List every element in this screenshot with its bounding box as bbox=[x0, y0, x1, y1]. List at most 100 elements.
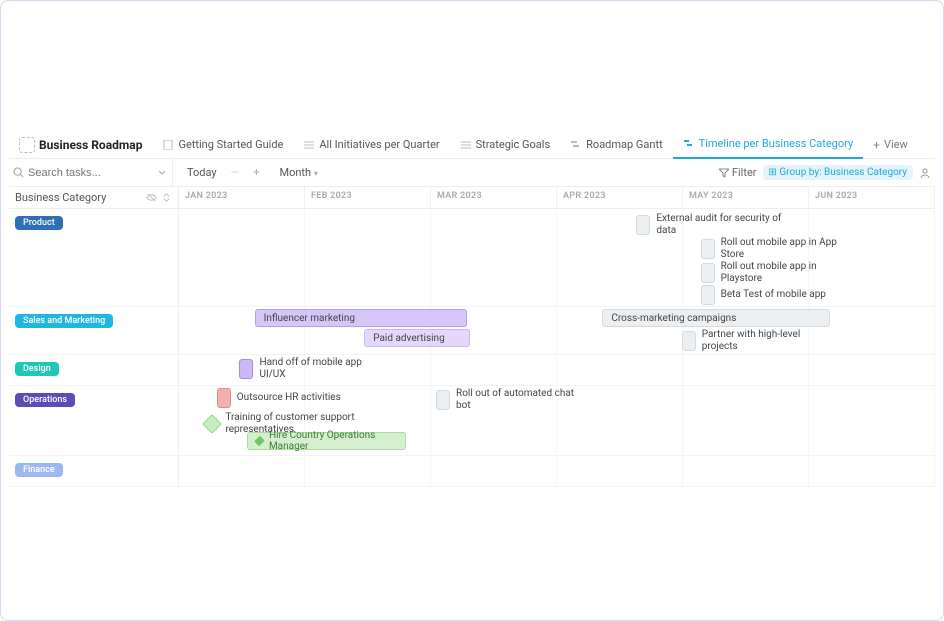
month-column: MAY 2023 bbox=[683, 187, 809, 208]
period-dropdown[interactable]: Month ▾ bbox=[273, 164, 323, 181]
chevron-down-icon: ▾ bbox=[314, 169, 318, 178]
task-label: Cross-marketing campaigns bbox=[611, 313, 736, 324]
timeline-header: Business Category JAN 2023FEB 2023MAR 20… bbox=[9, 187, 935, 209]
task-item[interactable]: Hire Country Operations Manager bbox=[247, 432, 406, 450]
task-item[interactable]: Influencer marketing bbox=[255, 309, 468, 327]
task-item[interactable]: Outsource HR activities bbox=[217, 388, 341, 408]
tab-getting-started[interactable]: Getting Started Guide bbox=[152, 131, 293, 159]
category-badge[interactable]: Design bbox=[15, 362, 59, 376]
task-label: Partner with high-level projects bbox=[702, 329, 832, 352]
task-bar[interactable] bbox=[682, 331, 696, 351]
person-icon[interactable] bbox=[919, 167, 931, 179]
tabs-bar: Business Roadmap Getting Started Guide A… bbox=[9, 131, 935, 159]
task-item[interactable]: Beta Test of mobile app bbox=[701, 285, 826, 305]
tab-label: Timeline per Business Category bbox=[699, 137, 853, 150]
task-label: Influencer marketing bbox=[264, 313, 355, 324]
category-header-label: Business Category bbox=[15, 191, 106, 204]
group-row: Design Hand off of mobile app UI/UX bbox=[9, 355, 935, 386]
search-wrap bbox=[13, 159, 173, 186]
task-item[interactable]: Roll out mobile app in Playstore bbox=[701, 261, 851, 284]
task-bar[interactable] bbox=[701, 239, 715, 259]
search-icon bbox=[13, 167, 24, 178]
chevron-down-icon[interactable] bbox=[158, 169, 166, 177]
task-item[interactable]: Roll out mobile app in App Store bbox=[701, 237, 851, 260]
task-label: Hire Country Operations Manager bbox=[269, 430, 397, 452]
group-by-pill[interactable]: ⊞ Group by: Business Category bbox=[763, 165, 913, 180]
timeline-lane[interactable]: Outsource HR activities Roll out of autom… bbox=[179, 386, 935, 455]
tab-gantt[interactable]: Roadmap Gantt bbox=[560, 131, 673, 159]
add-view-button[interactable]: + View bbox=[863, 131, 918, 159]
task-bar[interactable]: Paid advertising bbox=[364, 329, 470, 347]
timeline-lane[interactable]: Influencer marketing Paid advertising Cros… bbox=[179, 307, 935, 354]
list-icon bbox=[303, 139, 315, 151]
task-bar[interactable] bbox=[436, 390, 450, 410]
today-button[interactable]: Today bbox=[181, 164, 223, 181]
task-bar[interactable] bbox=[701, 285, 715, 305]
workspace-title-tab[interactable]: Business Roadmap bbox=[9, 131, 152, 159]
task-label: Paid advertising bbox=[373, 333, 444, 344]
task-bar[interactable]: Hire Country Operations Manager bbox=[247, 432, 406, 450]
task-bar[interactable] bbox=[239, 359, 253, 379]
group-row: Operations Outsource HR activities Roll ou… bbox=[9, 386, 935, 456]
period-label: Month bbox=[279, 166, 311, 179]
group-row: Finance bbox=[9, 456, 935, 487]
group-row: Product External audit for security of da… bbox=[9, 209, 935, 307]
filter-button[interactable]: Filter bbox=[719, 166, 757, 179]
group-icon: ⊞ bbox=[769, 167, 780, 178]
tab-label: Roadmap Gantt bbox=[586, 138, 663, 151]
add-view-label: View bbox=[884, 138, 908, 151]
task-item[interactable]: Hand off of mobile app UI/UX bbox=[239, 357, 389, 380]
month-column: JUN 2023 bbox=[809, 187, 935, 208]
task-bar[interactable]: Cross-marketing campaigns bbox=[602, 309, 830, 327]
plus-icon: + bbox=[873, 138, 880, 152]
toolbar: Today — + Month ▾ Filter ⊞ Group by: Bus… bbox=[9, 159, 935, 187]
tab-timeline[interactable]: Timeline per Business Category bbox=[673, 131, 863, 159]
group-by-label: Group by: Business Category bbox=[779, 167, 907, 178]
tab-initiatives[interactable]: All Initiatives per Quarter bbox=[293, 131, 449, 159]
month-column: MAR 2023 bbox=[431, 187, 557, 208]
milestone-icon bbox=[254, 436, 265, 447]
task-bar[interactable] bbox=[203, 414, 223, 434]
filter-icon bbox=[719, 168, 729, 178]
timeline-lane[interactable] bbox=[179, 456, 935, 486]
category-badge[interactable]: Sales and Marketing bbox=[15, 314, 113, 328]
workspace-icon bbox=[19, 137, 35, 153]
tab-label: All Initiatives per Quarter bbox=[319, 138, 439, 151]
task-bar[interactable] bbox=[217, 388, 231, 408]
timeline-lane[interactable]: External audit for security of dataRoll … bbox=[179, 209, 935, 306]
toolbar-sep: — bbox=[231, 166, 240, 179]
eye-off-icon[interactable] bbox=[146, 192, 157, 203]
task-label: External audit for security of data bbox=[656, 213, 786, 236]
list-icon bbox=[460, 139, 472, 151]
task-label: Roll out of automated chat bot bbox=[456, 388, 586, 411]
plus-button[interactable]: + bbox=[247, 164, 265, 181]
category-badge[interactable]: Product bbox=[15, 216, 63, 230]
tab-label: Getting Started Guide bbox=[178, 138, 283, 151]
category-badge[interactable]: Finance bbox=[15, 463, 63, 477]
task-bar[interactable] bbox=[636, 215, 650, 235]
task-bar[interactable] bbox=[701, 263, 715, 283]
category-badge[interactable]: Operations bbox=[15, 393, 75, 407]
task-label: Beta Test of mobile app bbox=[721, 289, 826, 301]
month-column: APR 2023 bbox=[557, 187, 683, 208]
timeline-lane[interactable]: Hand off of mobile app UI/UX bbox=[179, 355, 935, 385]
task-item[interactable]: Paid advertising bbox=[364, 329, 470, 347]
task-item[interactable]: Cross-marketing campaigns bbox=[602, 309, 830, 327]
doc-icon bbox=[162, 139, 174, 151]
months-header: JAN 2023FEB 2023MAR 2023APR 2023MAY 2023… bbox=[179, 187, 935, 208]
group-label-cell: Finance bbox=[9, 456, 179, 486]
timeline-icon bbox=[683, 138, 695, 150]
category-header: Business Category bbox=[9, 187, 179, 208]
collapse-icon[interactable] bbox=[161, 192, 172, 203]
timeline-body: Product External audit for security of da… bbox=[9, 209, 935, 612]
search-input[interactable] bbox=[28, 167, 128, 179]
task-bar[interactable]: Influencer marketing bbox=[255, 309, 468, 327]
timeline: Business Category JAN 2023FEB 2023MAR 20… bbox=[9, 187, 935, 612]
group-row: Sales and Marketing Influencer marketing P… bbox=[9, 307, 935, 355]
tab-strategic[interactable]: Strategic Goals bbox=[450, 131, 561, 159]
tab-label: Strategic Goals bbox=[476, 138, 551, 151]
task-item[interactable]: External audit for security of data bbox=[636, 213, 786, 236]
toolbar-right: Filter ⊞ Group by: Business Category bbox=[719, 165, 931, 180]
task-item[interactable]: Partner with high-level projects bbox=[682, 329, 832, 352]
task-item[interactable]: Roll out of automated chat bot bbox=[436, 388, 586, 411]
